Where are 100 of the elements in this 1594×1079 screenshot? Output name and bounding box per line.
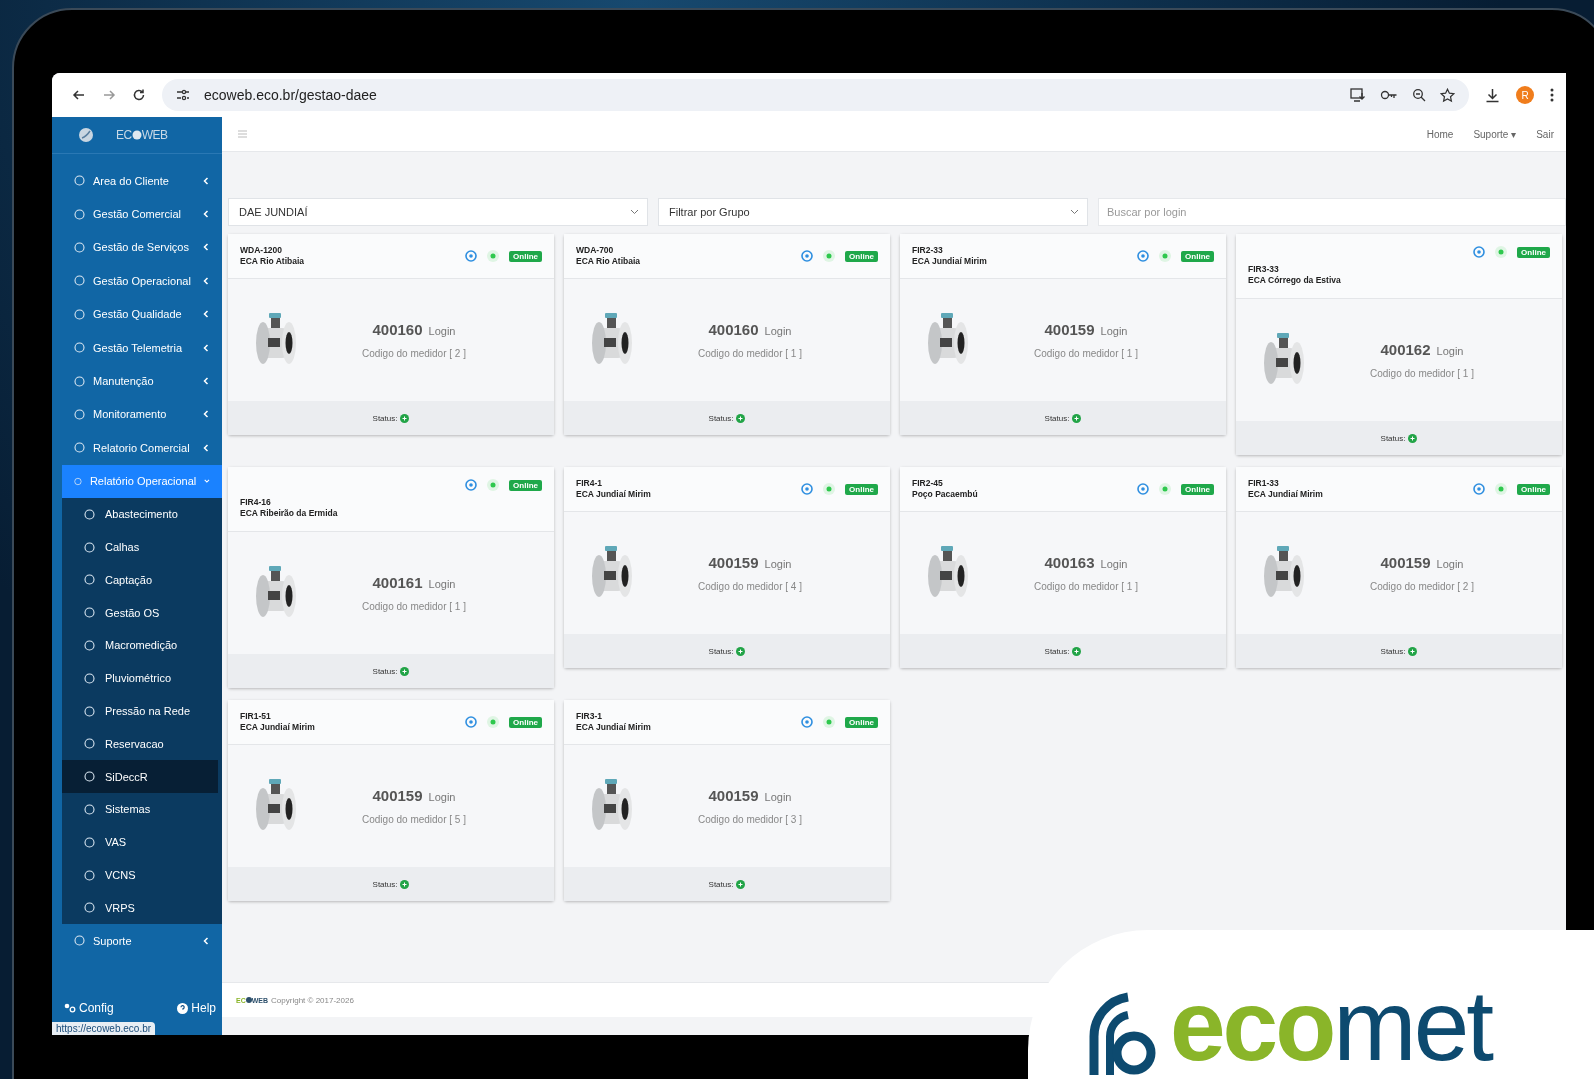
submenu-item[interactable]: Reservacao (62, 727, 218, 761)
install-icon[interactable] (1350, 88, 1366, 102)
link-preview-text: https://ecoweb.eco.br (52, 1022, 156, 1035)
sidebar-item[interactable]: Gestão Comercial (52, 197, 222, 231)
chevron-down-icon (1070, 209, 1079, 215)
menu-icon[interactable] (1550, 88, 1554, 102)
online-badge: Online (845, 483, 878, 495)
submenu-item[interactable]: VCNS (62, 858, 218, 892)
sidebar-item[interactable]: Gestão Qualidade (52, 297, 222, 331)
meter-code: FIR1-33 (1248, 478, 1280, 489)
chevron-left-icon (202, 176, 210, 185)
circle-icon (84, 705, 95, 717)
chevron-left-icon (202, 343, 210, 352)
header-link[interactable]: Suporte ▾ (1473, 128, 1517, 140)
status-dot-icon (1495, 246, 1508, 258)
logo-text: met (1333, 975, 1492, 1075)
search-field[interactable]: Buscar por login (1098, 198, 1566, 226)
submenu-item[interactable]: Pressão na Rede (62, 694, 218, 728)
online-badge: Online (1517, 483, 1550, 495)
forward-arrow-icon[interactable] (102, 88, 116, 102)
login-number: 400159 (708, 787, 759, 804)
url-text: ecoweb.eco.br/gestao-daee (204, 87, 377, 103)
submenu-item[interactable]: Captação (62, 563, 218, 597)
login-number: 400163 (1044, 554, 1095, 571)
status-ok-icon (400, 413, 410, 423)
meter-code-label: Codigo do medidor [ 1 ] (698, 348, 802, 359)
chevron-down-icon (204, 477, 210, 486)
sidebar-item[interactable]: Suporte (52, 924, 222, 958)
sidebar-item[interactable]: Gestão Telemetria (52, 330, 222, 365)
header-link[interactable]: Sair (1536, 128, 1554, 140)
station-name: ECA Córrego da Estiva (1248, 275, 1342, 286)
reload-icon[interactable] (132, 88, 146, 102)
chevron-left-icon (202, 243, 210, 252)
meter-code-label: Codigo do medidor [ 1 ] (1034, 581, 1138, 592)
address-bar[interactable]: ecoweb.eco.br/gestao-daee (162, 79, 1469, 111)
key-icon[interactable] (1380, 89, 1398, 101)
download-icon[interactable] (1485, 87, 1500, 103)
eye-icon[interactable] (801, 716, 814, 728)
submenu-item[interactable]: Pluviométrico (62, 661, 218, 695)
login-number: 400162 (1380, 341, 1431, 358)
circle-icon (84, 869, 95, 881)
eye-icon[interactable] (1473, 483, 1486, 495)
online-badge: Online (509, 479, 542, 491)
eye-icon[interactable] (1137, 250, 1150, 262)
circle-icon (84, 836, 95, 848)
status-ok-icon (736, 413, 746, 423)
submenu-item[interactable]: VRPS (62, 891, 218, 925)
status-dot-icon (1159, 250, 1172, 262)
sidebar-item[interactable]: Relatorio Comercial (52, 431, 222, 465)
sidebar-item[interactable]: Gestão Operacional (52, 264, 222, 298)
meter-code: FIR2-45 (912, 478, 944, 489)
submenu-item[interactable]: Macromedição (62, 629, 218, 662)
brand-text: EC (116, 128, 132, 142)
eye-icon[interactable] (465, 479, 478, 491)
station-name: ECA Jundiaí Mirim (576, 722, 651, 733)
config-link[interactable]: Config (64, 1001, 114, 1015)
eye-icon[interactable] (465, 716, 478, 728)
submenu-item[interactable]: Abastecimento (62, 497, 218, 531)
submenu-item[interactable]: VAS (62, 825, 218, 859)
sidebar-item[interactable]: Manutenção (52, 364, 222, 398)
group-select[interactable]: Filtrar por Grupo (658, 198, 1088, 226)
status-ok-icon (400, 666, 410, 676)
circle-icon (74, 275, 85, 287)
meter-code: WDA-700 (576, 245, 615, 256)
eye-icon[interactable] (801, 250, 814, 262)
back-arrow-icon[interactable] (72, 88, 86, 102)
eye-icon[interactable] (1473, 246, 1486, 258)
eye-icon[interactable] (801, 483, 814, 495)
sidebar-item[interactable]: Area do Cliente (52, 164, 222, 198)
station-name: ECA Jundiaí Mirim (576, 489, 651, 500)
submenu-item[interactable]: SiDeccR (62, 760, 218, 794)
status-ok-icon (736, 879, 746, 889)
meter-code-label: Codigo do medidor [ 3 ] (698, 814, 802, 825)
circle-icon (74, 442, 85, 454)
sidebar-item[interactable]: Relatório Operacional (62, 464, 222, 498)
meter-code-label: Codigo do medidor [ 4 ] (698, 581, 802, 592)
circle-icon (84, 541, 95, 553)
gears-icon (64, 1003, 76, 1013)
star-icon[interactable] (1440, 87, 1455, 103)
chevron-left-icon (202, 443, 210, 452)
header-link[interactable]: Home (1426, 128, 1454, 140)
circle-icon (84, 738, 95, 750)
status-dot-icon (823, 716, 836, 728)
unit-select[interactable]: DAE JUNDIAÍ (228, 198, 648, 226)
submenu-item[interactable]: Sistemas (62, 793, 218, 826)
meter-code-label: Codigo do medidor [ 1 ] (1034, 348, 1138, 359)
zoom-icon[interactable] (1412, 88, 1426, 102)
sidebar-item[interactable]: Monitoramento (52, 397, 222, 432)
sidebar-item[interactable]: Gestão de Serviços (52, 230, 222, 265)
site-settings-icon[interactable] (176, 89, 190, 101)
help-link[interactable]: Help (177, 1001, 216, 1015)
eye-icon[interactable] (465, 250, 478, 262)
online-badge: Online (1517, 246, 1550, 258)
circle-icon (84, 771, 95, 783)
meter-code-label: Codigo do medidor [ 1 ] (1370, 368, 1474, 379)
eye-icon[interactable] (1137, 483, 1150, 495)
submenu-item[interactable]: Gestão OS (62, 596, 218, 630)
status-ok-icon (736, 646, 746, 656)
status-ok-icon (1072, 413, 1082, 423)
submenu-item[interactable]: Calhas (62, 530, 218, 564)
